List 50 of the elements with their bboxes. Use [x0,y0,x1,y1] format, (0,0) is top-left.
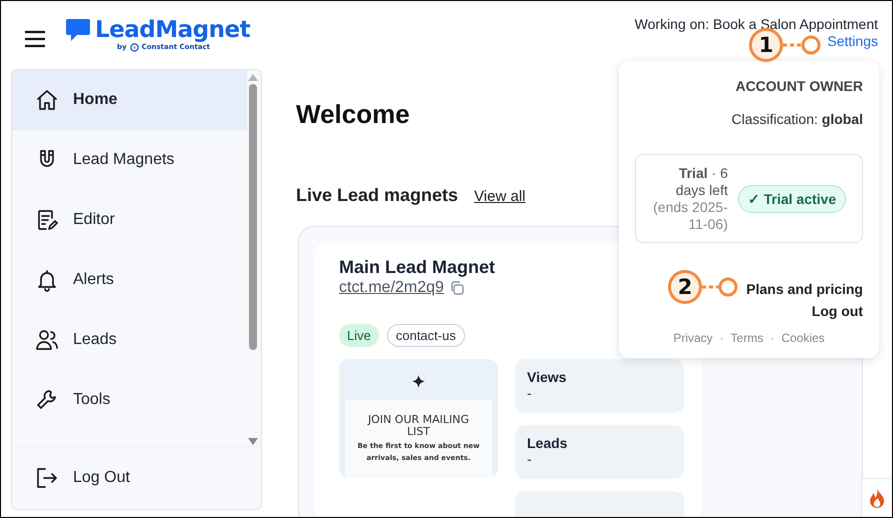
preview-heading: JOIN OUR MAILING LIST [366,414,470,438]
separator-dot: · [770,331,774,345]
callout-number: 1 [749,28,783,62]
people-icon [35,328,59,352]
menu-link[interactable]: Plans and pricing [746,281,863,297]
trial-summary: Trial · 6 days left [674,164,728,198]
scroll-up-icon[interactable] [248,73,258,81]
card-title: Main Lead Magnet [339,257,496,278]
scroll-down-icon[interactable] [248,438,258,446]
copy-icon[interactable] [450,281,464,295]
nav-item[interactable]: Home [12,70,247,130]
status-tag: Live [339,324,379,347]
logo-text: LeadMagnet [95,16,250,42]
trial-status-badge: ✓ Trial active [738,184,846,212]
callout-pointer-icon [702,277,738,297]
scrollbar-thumb[interactable] [249,84,257,350]
menu-link[interactable]: Log out [812,303,863,319]
footer-link[interactable]: Privacy [673,331,713,345]
nav-item[interactable]: Alerts [12,250,247,310]
sparkle-icon [410,375,427,388]
logout-item[interactable]: Log Out [12,447,261,509]
stat-label: Leads [527,435,568,451]
trial-end-date: (ends 2025-11-06) [652,198,728,232]
document-pencil-icon [35,208,59,232]
flame-icon[interactable] [869,488,885,508]
stat-value: - [527,385,533,401]
footer-link[interactable]: Terms [730,331,764,345]
nav-item[interactable]: Tools [12,370,247,430]
stat-label: Views [527,369,568,385]
wrench-icon [35,388,59,412]
category-tag: contact-us [386,324,465,347]
stat-value: - [527,451,533,467]
section-title: Live Lead magnets [296,185,458,206]
nav-item[interactable]: Editor [12,190,247,250]
nav-item[interactable]: Leads [12,310,247,370]
speech-bubble-icon [65,16,91,42]
home-icon [35,88,59,112]
page-title: Welcome [296,99,410,131]
callout-pointer-icon [783,35,821,55]
view-all-link[interactable]: View all [474,188,526,205]
short-link[interactable]: ctct.me/2m2q9 [339,279,444,297]
footer-link[interactable]: Cookies [781,331,825,345]
classification-text: Classification: global [732,111,863,127]
menu-icon[interactable] [25,30,45,48]
separator-dot: · [720,331,724,345]
nav-item[interactable]: Lead Magnets [12,130,247,190]
bell-icon [35,268,59,292]
logout-icon [35,466,59,490]
role-label: ACCOUNT OWNER [735,78,863,94]
settings-link[interactable]: Settings [827,33,878,50]
